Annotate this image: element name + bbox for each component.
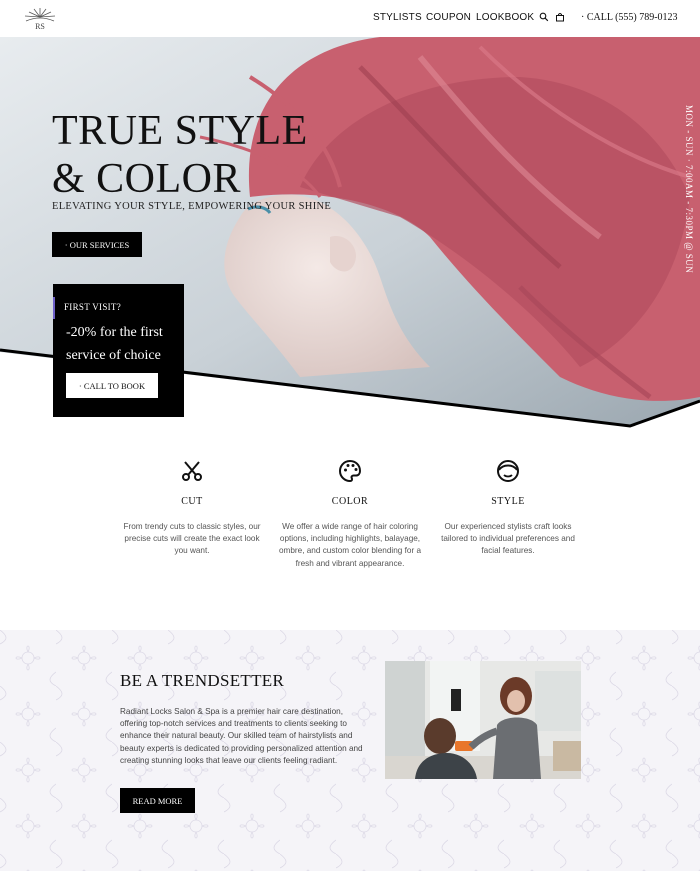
service-color: COLOR We offer a wide range of hair colo… — [275, 458, 425, 570]
nav-stylists[interactable]: STYLISTS — [373, 12, 422, 23]
service-style-description: Our experienced stylists craft looks tai… — [441, 522, 575, 556]
our-services-button[interactable]: · OUR SERVICES — [52, 232, 142, 257]
service-style-title: STYLE — [491, 496, 525, 507]
trendsetter-section: BE A TRENDSETTER Radiant Locks Salon & S… — [0, 630, 700, 871]
first-visit-promo: FIRST VISIT? -20% for the first service … — [53, 284, 184, 417]
phone-number[interactable]: · CALL (555) 789-0123 — [581, 12, 678, 23]
hero-title-line2: & COLOR — [52, 156, 242, 202]
search-icon[interactable] — [539, 12, 549, 22]
promo-label: FIRST VISIT? — [64, 302, 122, 312]
trendsetter-description: Radiant Locks Salon & Spa is a premier h… — [120, 707, 363, 765]
nav-lookbook[interactable]: LOOKBOOK — [476, 12, 534, 23]
service-style: STYLE Our experienced stylists craft loo… — [433, 458, 583, 558]
service-cut: CUT From trendy cuts to classic styles, … — [117, 458, 267, 558]
hero-subtitle: ELEVATING YOUR STYLE, EMPOWERING YOUR SH… — [52, 201, 332, 212]
nav-coupon[interactable]: COUPON — [426, 12, 471, 23]
service-cut-description: From trendy cuts to classic styles, our … — [123, 522, 261, 556]
opening-hours: MON - SUN · 7:00AM - 7:30PM @ SUN — [684, 105, 696, 273]
salon-logo[interactable]: RS — [20, 5, 60, 33]
salon-photo — [385, 661, 581, 779]
service-color-description: We offer a wide range of hair coloring o… — [279, 522, 421, 568]
service-color-title: COLOR — [331, 496, 369, 507]
scissors-icon — [182, 461, 202, 481]
trendsetter-title: BE A TRENDSETTER — [120, 671, 285, 690]
hero-title: TRUE STYLE & COLOR — [52, 107, 308, 203]
palette-icon — [338, 459, 362, 483]
face-style-icon — [497, 460, 519, 482]
cart-icon[interactable] — [555, 12, 565, 22]
hero-title-line1: TRUE STYLE — [52, 108, 308, 154]
service-cut-title: CUT — [181, 496, 203, 507]
promo-accent-bar — [53, 297, 55, 319]
call-to-book-button[interactable]: · CALL TO BOOK — [66, 373, 158, 398]
logo-text: RS — [35, 22, 45, 31]
top-navigation-bar: RS STYLISTS COUPON LOOKBOOK · CALL (555)… — [0, 0, 700, 37]
promo-offer-text: -20% for the first service of choice — [66, 325, 163, 363]
opening-hours-text: MON - SUN · 7:00AM - 7:30PM @ SUN — [684, 105, 694, 274]
read-more-button[interactable]: READ MORE — [120, 788, 195, 813]
